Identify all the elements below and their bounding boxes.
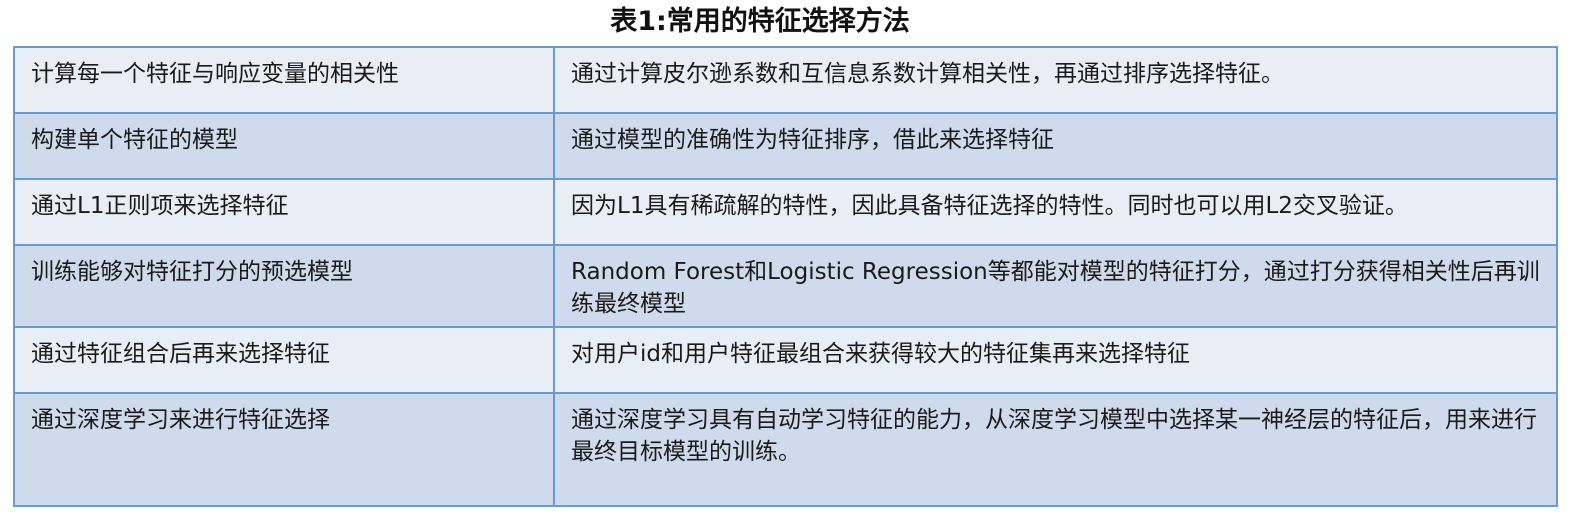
description-cell: 对用户id和用户特征最组合来获得较大的特征集再来选择特征: [553, 326, 1558, 394]
method-cell: 通过L1正则项来选择特征: [13, 178, 555, 246]
method-cell: 计算每一个特征与响应变量的相关性: [13, 46, 555, 114]
method-cell: 构建单个特征的模型: [13, 112, 555, 180]
feature-selection-table: 计算每一个特征与响应变量的相关性 通过计算皮尔逊系数和互信息系数计算相关性，再通…: [13, 46, 1558, 507]
description-cell: 通过模型的准确性为特征排序，借此来选择特征: [553, 112, 1558, 180]
description-cell: Random Forest和Logistic Regression等都能对模型的…: [553, 244, 1558, 328]
table-row: 通过深度学习来进行特征选择 通过深度学习具有自动学习特征的能力，从深度学习模型中…: [13, 392, 1558, 507]
table-row: 构建单个特征的模型 通过模型的准确性为特征排序，借此来选择特征: [13, 112, 1558, 180]
description-cell: 通过计算皮尔逊系数和互信息系数计算相关性，再通过排序选择特征。: [553, 46, 1558, 114]
table-row: 计算每一个特征与响应变量的相关性 通过计算皮尔逊系数和互信息系数计算相关性，再通…: [13, 46, 1558, 114]
description-cell: 因为L1具有稀疏解的特性，因此具备特征选择的特性。同时也可以用L2交叉验证。: [553, 178, 1558, 246]
method-cell: 通过特征组合后再来选择特征: [13, 326, 555, 394]
table-row: 通过特征组合后再来选择特征 对用户id和用户特征最组合来获得较大的特征集再来选择…: [13, 326, 1558, 394]
table-title: 表1:常用的特征选择方法: [610, 6, 910, 37]
table-row: 通过L1正则项来选择特征 因为L1具有稀疏解的特性，因此具备特征选择的特性。同时…: [13, 178, 1558, 246]
method-cell: 通过深度学习来进行特征选择: [13, 392, 555, 507]
method-cell: 训练能够对特征打分的预选模型: [13, 244, 555, 328]
table-row: 训练能够对特征打分的预选模型 Random Forest和Logistic Re…: [13, 244, 1558, 328]
description-cell: 通过深度学习具有自动学习特征的能力，从深度学习模型中选择某一神经层的特征后，用来…: [553, 392, 1558, 507]
